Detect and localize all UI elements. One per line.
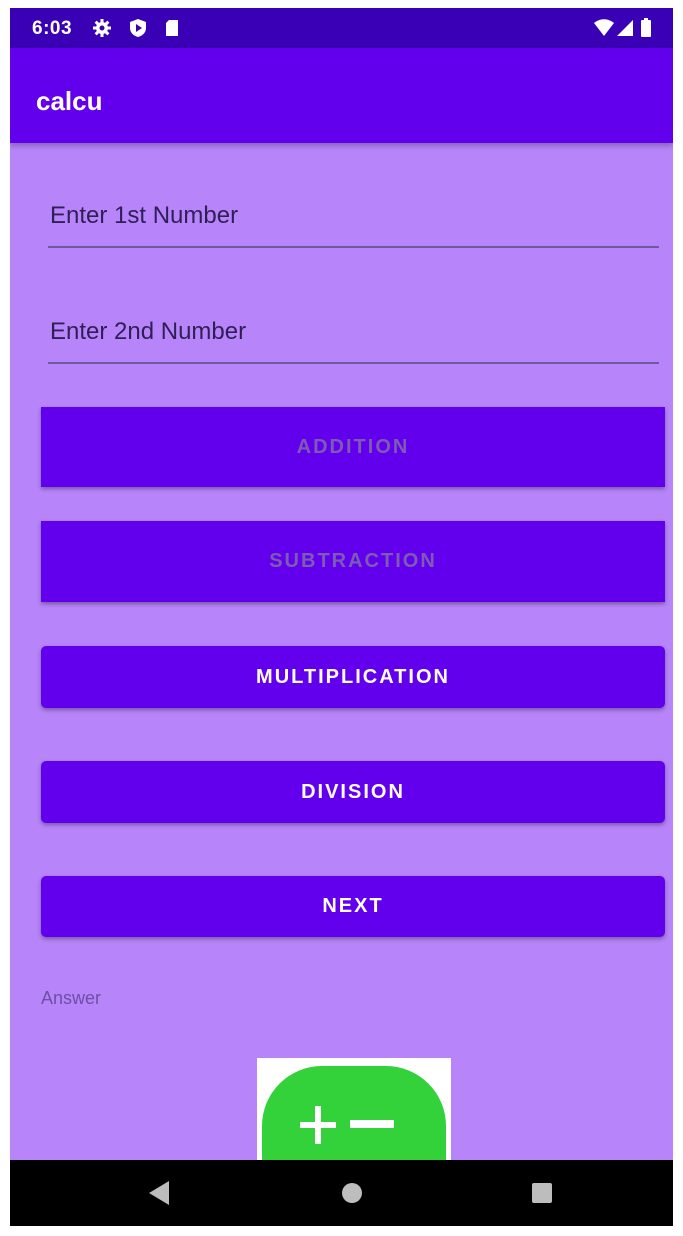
play-protect-icon	[130, 19, 146, 37]
app-title: calcu	[36, 86, 103, 116]
app-bar: calcu	[10, 48, 673, 143]
sd-card-icon	[166, 20, 178, 36]
answer-label: Answer	[41, 988, 102, 1008]
second-number-field-wrapper	[48, 302, 659, 364]
back-icon[interactable]	[147, 1180, 171, 1206]
settings-icon	[93, 19, 111, 37]
plus-minus-logo	[257, 1058, 451, 1168]
next-button[interactable]: NEXT	[41, 876, 665, 937]
screen: 6:03 calcu Enter 1st Number Enter 2nd Nu…	[0, 0, 683, 1236]
plus-minus-icon	[300, 1106, 394, 1144]
status-time: 6:03	[32, 18, 73, 39]
recents-icon[interactable]	[531, 1182, 553, 1204]
wifi-icon	[594, 19, 614, 36]
subtraction-button[interactable]: SUBTRACTION	[41, 521, 665, 602]
multiplication-button[interactable]: MULTIPLICATION	[41, 646, 665, 708]
signal-icon	[617, 20, 633, 36]
first-number-field-wrapper	[48, 186, 659, 248]
division-button[interactable]: DIVISION	[41, 761, 665, 823]
phone-screen: 6:03 calcu Enter 1st Number Enter 2nd Nu…	[10, 8, 673, 1226]
status-bar: 6:03	[10, 8, 673, 48]
battery-icon	[641, 18, 651, 37]
home-icon[interactable]	[341, 1182, 363, 1204]
first-number-input[interactable]	[48, 186, 659, 246]
addition-button[interactable]: ADDITION	[41, 407, 665, 487]
navigation-bar	[10, 1160, 673, 1226]
second-number-input[interactable]	[48, 302, 659, 362]
